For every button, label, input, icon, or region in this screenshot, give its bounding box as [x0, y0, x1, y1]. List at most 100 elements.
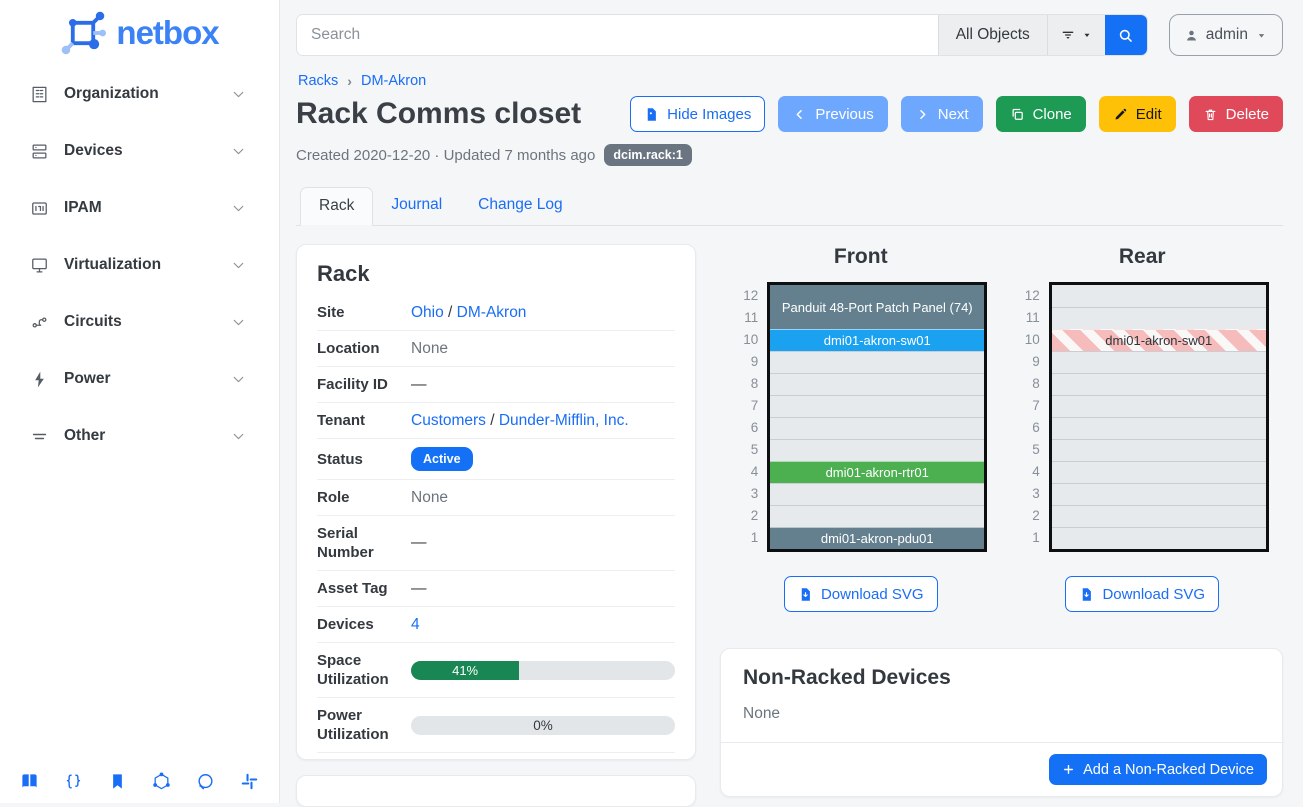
ipam-icon: [30, 199, 49, 218]
circuits-icon: [30, 313, 49, 332]
sidebar-item-virtualization[interactable]: Virtualization: [20, 245, 259, 285]
info-row-status: StatusActive: [317, 439, 675, 480]
rack-device-dmi01-akron-rtr01[interactable]: dmi01-akron-rtr01: [770, 461, 984, 483]
netbox-logo[interactable]: netbox: [0, 0, 279, 58]
rack-device-dmi01-akron-sw01[interactable]: dmi01-akron-sw01: [770, 329, 984, 351]
unit-number: 12: [1016, 285, 1040, 307]
link-dunder-mifflin-inc[interactable]: Dunder-Mifflin, Inc.: [499, 412, 629, 429]
search-submit-button[interactable]: [1105, 15, 1147, 55]
tab-rack[interactable]: Rack: [300, 187, 373, 226]
sidebar-item-devices[interactable]: Devices: [20, 131, 259, 171]
unit-number: 3: [1016, 483, 1040, 505]
delete-button[interactable]: Delete: [1189, 96, 1283, 132]
breadcrumb-link-racks[interactable]: Racks: [298, 73, 338, 89]
book-icon[interactable]: [20, 772, 39, 791]
bolt-icon: [30, 370, 49, 389]
info-value: None: [411, 489, 675, 507]
unit-number: 2: [734, 505, 758, 527]
link-dm-akron[interactable]: DM-Akron: [457, 304, 527, 321]
search-input[interactable]: [297, 15, 938, 55]
value-text: None: [411, 340, 448, 357]
rack-device-dmi01-akron-pdu01[interactable]: dmi01-akron-pdu01: [770, 527, 984, 549]
info-label: Asset Tag: [317, 579, 411, 598]
rack-slot-empty[interactable]: [770, 439, 984, 461]
link-customers[interactable]: Customers: [411, 412, 486, 429]
user-menu-button[interactable]: admin: [1169, 14, 1283, 56]
value-text: —: [411, 376, 427, 393]
github-icon[interactable]: [196, 772, 215, 791]
sidebar: netbox Organization Devices IPAM Virtualiza…: [0, 0, 280, 803]
unit-number: 1: [734, 527, 758, 549]
breadcrumb-link-dm-akron[interactable]: DM-Akron: [361, 73, 426, 89]
link-4[interactable]: 4: [411, 616, 420, 633]
sidebar-item-ipam[interactable]: IPAM: [20, 188, 259, 228]
previous-button[interactable]: Previous: [778, 96, 887, 132]
rack-slot-empty[interactable]: [1052, 351, 1266, 373]
sidebar-item-power[interactable]: Power: [20, 359, 259, 399]
rack-device-panduit-48-port-patch-panel-74[interactable]: Panduit 48-Port Patch Panel (74): [770, 285, 984, 329]
right-column: Front121110987654321Panduit 48-Port Patc…: [720, 244, 1283, 797]
download-svg-label: Download SVG: [821, 586, 924, 603]
rack-slot-empty[interactable]: [770, 395, 984, 417]
rack-slot-empty[interactable]: [770, 483, 984, 505]
object-id-badge: dcim.rack:1: [604, 144, 691, 166]
rack-slot-empty[interactable]: [770, 351, 984, 373]
secondary-panel: [296, 775, 696, 807]
sidebar-item-label: IPAM: [64, 199, 230, 217]
add-non-racked-device-button[interactable]: Add a Non-Racked Device: [1049, 754, 1267, 785]
rack-slot-empty[interactable]: [1052, 461, 1266, 483]
tab-change-log[interactable]: Change Log: [460, 187, 580, 226]
hide-images-button[interactable]: Hide Images: [630, 96, 765, 132]
rack-slot-empty[interactable]: [770, 505, 984, 527]
bookmark-icon[interactable]: [108, 772, 127, 791]
rack-slot-empty[interactable]: [1052, 527, 1266, 549]
object-type-dropdown[interactable]: All Objects: [938, 15, 1047, 55]
sidebar-item-label: Organization: [64, 85, 230, 103]
info-label: Power Utilization: [317, 706, 411, 744]
rack-slot-empty[interactable]: [1052, 417, 1266, 439]
sidebar-item-circuits[interactable]: Circuits: [20, 302, 259, 342]
search-filter-button[interactable]: [1047, 15, 1105, 55]
rack-device-dmi01-akron-sw01[interactable]: dmi01-akron-sw01: [1052, 329, 1266, 351]
rack-slot-empty[interactable]: [770, 417, 984, 439]
value-text: /: [444, 304, 457, 321]
sidebar-item-other[interactable]: Other: [20, 416, 259, 456]
rack-slot-empty[interactable]: [1052, 505, 1266, 527]
unit-number: 9: [734, 351, 758, 373]
clone-button[interactable]: Clone: [996, 96, 1086, 132]
rack-slot-empty[interactable]: [1052, 307, 1266, 329]
unit-number: 10: [734, 329, 758, 351]
unit-number: 10: [1016, 329, 1040, 351]
rack-slot-empty[interactable]: [1052, 285, 1266, 307]
info-row-space-utilization: Space Utilization41%: [317, 643, 675, 698]
person-icon: [1184, 28, 1199, 43]
progress-fill: 41%: [411, 661, 519, 680]
unit-number: 5: [734, 439, 758, 461]
sidebar-item-label: Other: [64, 427, 230, 445]
unit-number: 5: [1016, 439, 1040, 461]
rack-slot-empty[interactable]: [770, 373, 984, 395]
edit-button[interactable]: Edit: [1099, 96, 1176, 132]
rack-slot-empty[interactable]: [1052, 373, 1266, 395]
next-button[interactable]: Next: [901, 96, 983, 132]
tab-journal[interactable]: Journal: [373, 187, 460, 226]
unit-numbers: 121110987654321: [1016, 282, 1040, 549]
download-svg-button-rear[interactable]: Download SVG: [1065, 576, 1219, 612]
download-svg-button-front[interactable]: Download SVG: [784, 576, 938, 612]
info-label: Space Utilization: [317, 651, 411, 689]
unit-number: 7: [1016, 395, 1040, 417]
image-file-icon: [644, 107, 659, 122]
elevation-title: Rear: [1119, 245, 1166, 269]
slack-icon[interactable]: [240, 772, 259, 791]
graphql-icon[interactable]: [152, 772, 171, 791]
rack-slot-empty[interactable]: [1052, 395, 1266, 417]
link-ohio[interactable]: Ohio: [411, 304, 444, 321]
device-label: dmi01-akron-sw01: [1105, 333, 1212, 348]
sidebar-item-organization[interactable]: Organization: [20, 74, 259, 114]
braces-icon[interactable]: [64, 772, 83, 791]
server-icon: [30, 142, 49, 161]
elevation-rear: Rear 121110987654321 dmi01-akron-sw01 Downl…: [1002, 244, 1284, 612]
rack-slot-empty[interactable]: [1052, 483, 1266, 505]
rack-slot-empty[interactable]: [1052, 439, 1266, 461]
global-search: All Objects: [296, 14, 1148, 56]
